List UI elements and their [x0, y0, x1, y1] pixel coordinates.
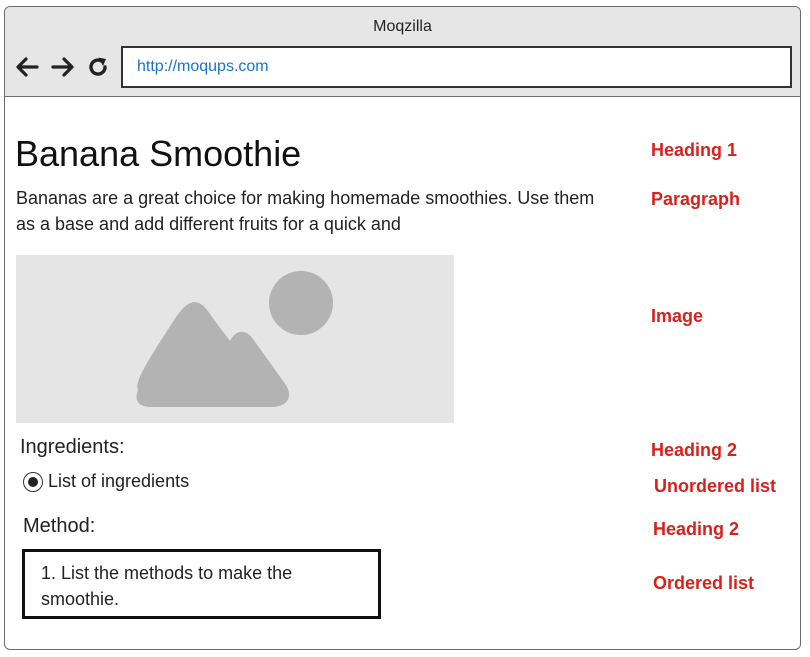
url-bar[interactable]: http://moqups.com [121, 46, 792, 88]
browser-window: Moqzilla http://moqups.com Banana Smooth… [4, 6, 801, 650]
back-arrow-icon [16, 57, 39, 77]
image-placeholder [16, 255, 454, 423]
reload-icon [89, 57, 107, 76]
page-content: Banana Smoothie Bananas are a great choi… [5, 97, 800, 649]
reload-button[interactable] [85, 54, 111, 80]
window-title: Moqzilla [373, 18, 432, 35]
ordered-list: 1. List the methods to make the smoothie… [22, 549, 381, 619]
image-placeholder-icon [136, 271, 333, 407]
forward-arrow-icon [51, 57, 74, 77]
page-heading: Banana Smoothie [15, 133, 302, 174]
ingredients-heading: Ingredients: [20, 436, 125, 458]
url-text: http://moqups.com [137, 58, 269, 75]
list-item: List of ingredients [23, 471, 189, 492]
annotation-heading1: Heading 1 [651, 140, 738, 160]
list-item: 1. List the methods to make the smoothie… [41, 563, 293, 609]
bullet-icon [23, 471, 43, 492]
annotation-ordered-list: Ordered list [653, 573, 755, 593]
back-button[interactable] [14, 54, 40, 80]
annotation-heading2-method: Heading 2 [653, 519, 740, 539]
forward-button[interactable] [50, 54, 76, 80]
annotation-heading2-ingredients: Heading 2 [651, 440, 738, 460]
list-item-label: List of ingredients [48, 471, 190, 491]
method-heading: Method: [23, 515, 96, 537]
intro-paragraph: Bananas are a great choice for making ho… [16, 188, 595, 234]
annotation-unordered-list: Unordered list [654, 476, 777, 496]
annotation-image: Image [651, 306, 704, 326]
annotation-paragraph: Paragraph [651, 189, 741, 209]
browser-chrome: Moqzilla http://moqups.com [5, 7, 800, 97]
